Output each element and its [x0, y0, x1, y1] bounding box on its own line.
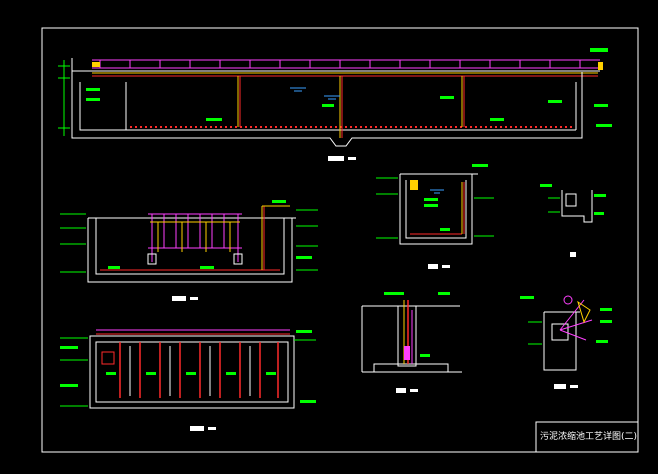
drawing-title: 污泥浓缩池工艺详图(二) [540, 432, 638, 442]
cad-drawing-sheet [0, 0, 658, 474]
